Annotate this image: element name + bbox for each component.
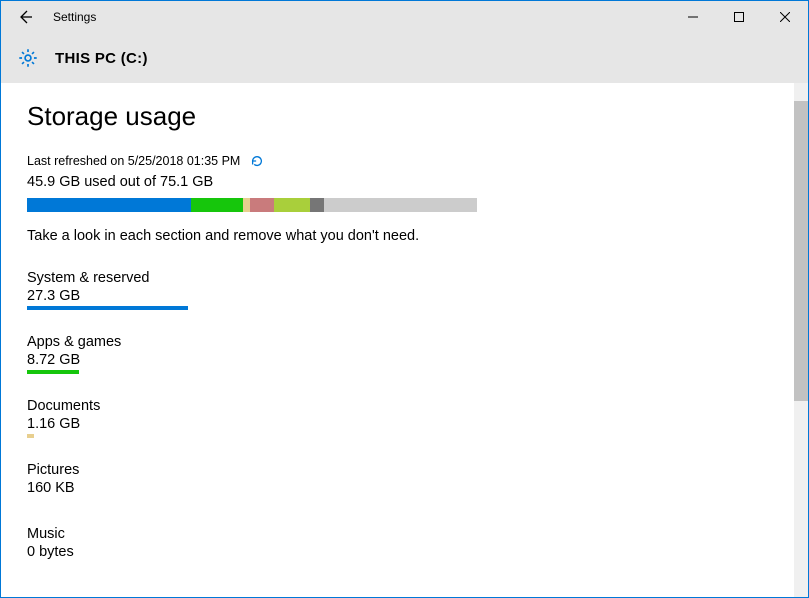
maximize-button[interactable] (716, 1, 762, 33)
category-item[interactable]: Apps & games 8.72 GB (27, 334, 768, 374)
category-name: Pictures (27, 462, 768, 478)
category-bar-fill (27, 370, 79, 374)
window-controls (670, 1, 808, 33)
category-size: 27.3 GB (27, 288, 768, 304)
titlebar: Settings (1, 1, 808, 33)
category-name: Music (27, 526, 768, 542)
category-name: Documents (27, 398, 768, 414)
category-item[interactable]: System & reserved 27.3 GB (27, 270, 768, 310)
arrow-left-icon (17, 9, 33, 25)
category-size: 8.72 GB (27, 352, 768, 368)
scrollbar-track[interactable] (794, 83, 808, 597)
last-refreshed-label: Last refreshed on 5/25/2018 01:35 PM (27, 154, 240, 168)
app-title: Settings (53, 10, 96, 24)
minimize-button[interactable] (670, 1, 716, 33)
category-bar-track (27, 562, 477, 566)
category-bar-track (27, 306, 477, 310)
maximize-icon (734, 12, 744, 22)
hint-text: Take a look in each section and remove w… (27, 228, 768, 244)
gear-icon (17, 47, 39, 69)
usage-segment-documents (243, 198, 250, 212)
usage-segment-apps (191, 198, 243, 212)
used-summary: 45.9 GB used out of 75.1 GB (27, 174, 768, 190)
settings-window: Settings THIS PC (C:) Storage usage Last… (0, 0, 809, 598)
minimize-icon (688, 12, 698, 22)
back-button[interactable] (1, 1, 49, 33)
close-icon (780, 12, 790, 22)
usage-bar (27, 198, 477, 212)
scroll-area: Storage usage Last refreshed on 5/25/201… (1, 83, 794, 597)
scrollbar-thumb[interactable] (794, 101, 808, 401)
category-bar-fill (27, 434, 34, 438)
category-item[interactable]: Documents 1.16 GB (27, 398, 768, 438)
category-size: 1.16 GB (27, 416, 768, 432)
close-button[interactable] (762, 1, 808, 33)
refresh-row: Last refreshed on 5/25/2018 01:35 PM (27, 154, 768, 168)
category-bar-track (27, 498, 477, 502)
usage-segment-other2 (310, 198, 324, 212)
category-item[interactable]: Pictures 160 KB (27, 462, 768, 502)
usage-segment-temp (250, 198, 275, 212)
drive-title: THIS PC (C:) (55, 50, 148, 67)
page-title: Storage usage (27, 101, 768, 132)
category-name: Apps & games (27, 334, 768, 350)
page-header: THIS PC (C:) (1, 33, 808, 83)
refresh-icon (250, 154, 264, 168)
category-list: System & reserved 27.3 GB Apps & games 8.72… (27, 270, 768, 566)
category-item[interactable]: Music 0 bytes (27, 526, 768, 566)
usage-segment-system (27, 198, 191, 212)
content-body: Storage usage Last refreshed on 5/25/201… (1, 83, 808, 597)
category-name: System & reserved (27, 270, 768, 286)
category-size: 0 bytes (27, 544, 768, 560)
category-bar-track (27, 434, 477, 438)
category-bar-track (27, 370, 477, 374)
refresh-button[interactable] (250, 154, 264, 168)
category-size: 160 KB (27, 480, 768, 496)
usage-segment-other1 (274, 198, 310, 212)
category-bar-fill (27, 306, 188, 310)
